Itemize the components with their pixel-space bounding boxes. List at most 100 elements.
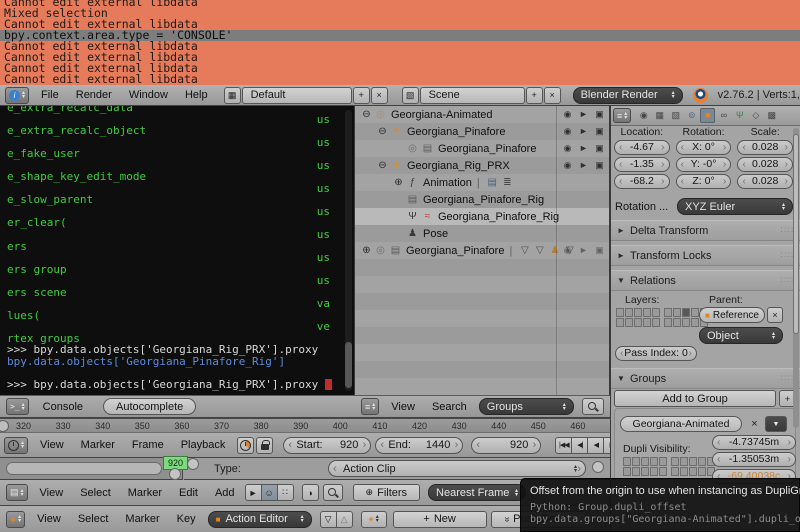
autocomplete-button[interactable]: Autocomplete	[103, 398, 196, 415]
ghost-down-button[interactable]: ▽	[320, 511, 337, 528]
sphere-toggle-button[interactable]: ◑	[302, 484, 319, 501]
layer-cell[interactable]	[659, 467, 667, 476]
menu-marker[interactable]: Marker	[125, 513, 159, 525]
drag-dots-icon[interactable]: ∷∷	[781, 373, 794, 384]
scene-field[interactable]: Scene	[420, 87, 525, 104]
outliner-row[interactable]: ⊖◎Georgiana-Animated◉►▣	[355, 106, 609, 123]
outliner-row[interactable]: ⊕ƒAnimation|▤≣	[355, 174, 609, 191]
properties-tab-object[interactable]: ■	[700, 108, 715, 123]
filters-button[interactable]: ⊕ Filters	[353, 484, 421, 501]
timeline-ruler[interactable]: 3203303403503603703803904004104204304404…	[0, 418, 610, 433]
ghost-up-button[interactable]: △	[336, 511, 353, 528]
layer-cell[interactable]	[671, 467, 679, 476]
close-layout-button[interactable]: ×	[371, 87, 388, 104]
browse-action-button[interactable]: ◈	[361, 511, 387, 528]
dupli-offset-field[interactable]: -1.35053m	[712, 452, 796, 467]
expander-icon[interactable]: ⊖	[360, 109, 373, 120]
arrow-toggle-icon[interactable]: ►	[577, 245, 590, 256]
properties-scrollbar[interactable]	[793, 128, 799, 428]
outliner-editor-type-button[interactable]: ≡	[361, 398, 379, 415]
outliner-row[interactable]: ◎▤Georgiana_Pinafore◉►▣	[355, 140, 609, 157]
cam-toggle-icon[interactable]: ▣	[593, 245, 606, 256]
cam-toggle-icon[interactable]: ▣	[593, 160, 606, 171]
view-knob[interactable]	[169, 468, 181, 480]
cam-toggle-icon[interactable]: ▣	[593, 109, 606, 120]
remove-group-button[interactable]: ×	[746, 416, 763, 432]
outliner-row[interactable]: Ψ≈Georgiana_Pinafore_Rig	[355, 208, 609, 225]
cursor-toggle[interactable]: ►	[245, 484, 262, 501]
layer-cell[interactable]	[682, 318, 690, 327]
transform-value-field[interactable]: Y: -0°	[676, 157, 732, 172]
console-editor-type-button[interactable]: >_	[6, 398, 29, 415]
editor-mode-dropdown[interactable]: ■ Action Editor	[208, 511, 312, 528]
layer-cell[interactable]	[625, 308, 633, 317]
expander-icon[interactable]: ⊕	[392, 177, 405, 188]
layer-cell[interactable]	[650, 457, 658, 466]
close-scene-button[interactable]: ×	[544, 87, 561, 104]
menu-select[interactable]: Select	[80, 487, 111, 499]
playback-play[interactable]: ▶	[603, 437, 610, 454]
eye-toggle-icon[interactable]: ◉	[561, 245, 574, 256]
properties-tab-world[interactable]: ⊚	[684, 108, 699, 123]
parent-type-dropdown[interactable]: Object	[699, 327, 783, 344]
nla-strip-icon[interactable]: ▤	[485, 177, 500, 188]
search-button[interactable]	[323, 484, 343, 501]
expander-icon[interactable]: ⊖	[376, 160, 389, 171]
add-layout-button[interactable]: +	[353, 87, 370, 104]
scrollbar-thumb[interactable]	[793, 134, 799, 334]
layer-cell[interactable]	[664, 318, 672, 327]
outliner-filter-dropdown[interactable]: Groups	[479, 398, 574, 415]
panel-header-groups[interactable]: ▼ Groups ∷∷	[611, 368, 800, 389]
view-knob[interactable]	[0, 420, 9, 432]
transform-value-field[interactable]: -68.2	[614, 174, 670, 189]
panel-header-delta-transform[interactable]: ► Delta Transform ∷∷	[611, 220, 800, 241]
layer-cell[interactable]	[616, 308, 624, 317]
menu-render[interactable]: Render	[76, 89, 112, 101]
view-knob[interactable]	[187, 458, 199, 470]
layer-cell[interactable]	[673, 308, 681, 317]
menu-search[interactable]: Search	[432, 401, 467, 413]
outliner-row[interactable]: ⊖ΨGeorgiana_Rig_PRX◉►▣	[355, 157, 609, 174]
layer-cell[interactable]	[616, 318, 624, 327]
horizontal-scrollbar[interactable]	[6, 462, 162, 475]
view-knob[interactable]	[592, 461, 604, 473]
nla-editor-type-button[interactable]: ▤	[6, 484, 28, 501]
layer-cell[interactable]	[625, 318, 633, 327]
pass-index-field[interactable]: Pass Index: 0	[615, 346, 697, 361]
restrict-icon[interactable]: ▽	[532, 245, 547, 256]
eye-toggle-icon[interactable]: ◉	[561, 143, 574, 154]
screen-layout-field[interactable]: Default	[242, 87, 352, 104]
layer-cell[interactable]	[623, 467, 631, 476]
scene-icon-button[interactable]: ▧	[402, 87, 419, 104]
transform-value-field[interactable]: -4.67	[614, 140, 670, 155]
add-to-group-button[interactable]: Add to Group	[614, 390, 776, 407]
layer-cell[interactable]	[659, 457, 667, 466]
menu-key[interactable]: Key	[177, 513, 196, 525]
arrow-toggle-icon[interactable]: ►	[577, 160, 590, 171]
arrow-toggle-icon[interactable]: ►	[577, 109, 590, 120]
layer-cell[interactable]	[623, 457, 631, 466]
transform-value-field[interactable]: Z: 0°	[676, 174, 732, 189]
search-button[interactable]	[582, 398, 604, 415]
drag-dots-icon[interactable]: ∷∷	[781, 275, 794, 286]
lock-button[interactable]	[256, 437, 273, 454]
new-action-button[interactable]: + New	[393, 511, 487, 528]
group-specials-button[interactable]: ▼	[765, 416, 787, 432]
drag-dots-icon[interactable]: ∷∷	[781, 225, 794, 236]
dopesheet-editor-type-button[interactable]: ◈	[6, 511, 25, 528]
layer-cell[interactable]	[634, 318, 642, 327]
playback-prev-keyframe[interactable]: ◀|	[571, 437, 588, 454]
menu-playback[interactable]: Playback	[181, 439, 226, 451]
layer-cell[interactable]	[673, 318, 681, 327]
layer-cell[interactable]	[698, 457, 706, 466]
menu-view[interactable]: View	[37, 513, 61, 525]
menu-marker[interactable]: Marker	[81, 439, 115, 451]
screen-layout-icon-button[interactable]: ▦	[224, 87, 241, 104]
properties-tab-constraints[interactable]: ∞	[716, 108, 731, 123]
menu-help[interactable]: Help	[185, 89, 208, 101]
cam-toggle-icon[interactable]: ▣	[593, 143, 606, 154]
properties-editor-type-button[interactable]: ≡	[613, 108, 631, 123]
expander-icon[interactable]: ⊖	[376, 126, 389, 137]
frame-end-field[interactable]: End: 1440	[375, 437, 463, 454]
layer-cell[interactable]	[652, 308, 660, 317]
